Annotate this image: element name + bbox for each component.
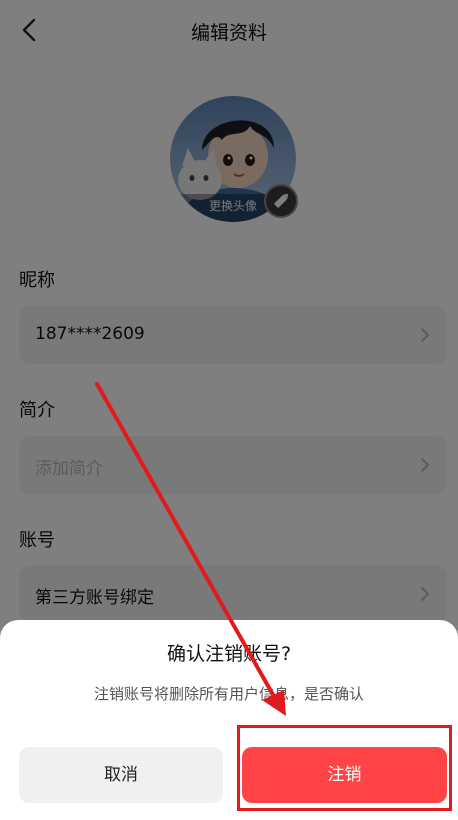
annotation-highlight-box (237, 725, 452, 811)
dialog-message: 注销账号将删除所有用户信息，是否确认 (93, 685, 364, 703)
cancel-button[interactable]: 取消 (19, 747, 223, 803)
dialog-title: 确认注销账号? (166, 643, 292, 665)
